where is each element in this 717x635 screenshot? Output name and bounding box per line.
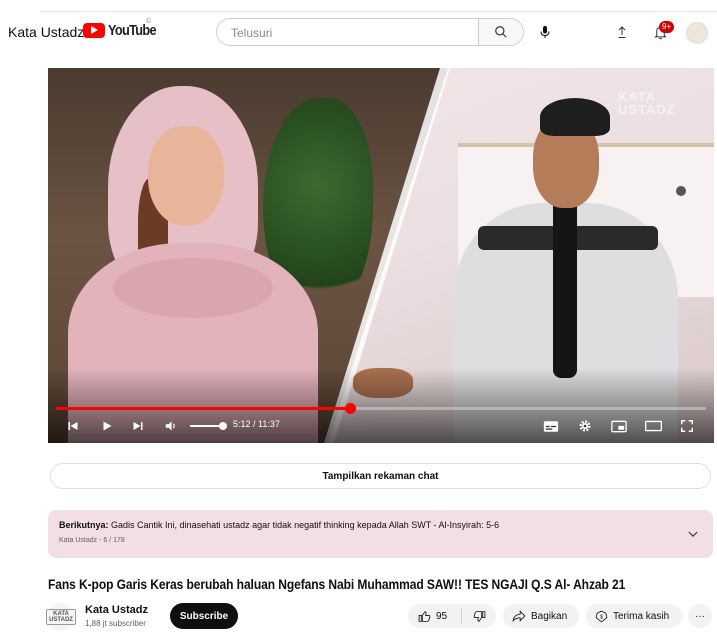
play-icon <box>103 421 112 431</box>
youtube-play-icon <box>83 23 105 38</box>
search-input[interactable] <box>229 25 463 41</box>
share-icon <box>512 610 526 622</box>
next-button[interactable] <box>127 416 149 436</box>
subscribe-button[interactable]: Subscribe <box>170 603 238 629</box>
settings-button[interactable] <box>574 416 596 436</box>
subtitles-icon <box>543 420 559 432</box>
header-channel-label: Kata Ustadz <box>8 24 85 40</box>
video-person2-cap <box>540 98 610 136</box>
microphone-icon <box>540 26 550 38</box>
theater-mode-button[interactable] <box>642 416 664 436</box>
account-avatar[interactable] <box>686 22 708 44</box>
youtube-logo[interactable]: YouTube © <box>83 18 164 39</box>
like-dislike-group: 95 <box>408 604 496 628</box>
subscriber-count: 1,88 jt subscriber <box>85 619 146 628</box>
like-button[interactable]: 95 <box>408 608 462 624</box>
expand-playlist-button[interactable] <box>686 527 700 541</box>
fullscreen-icon <box>681 420 693 432</box>
voice-search-button[interactable] <box>533 20 557 44</box>
up-next-playlist-info: Kata Ustadz - 6 / 178 <box>59 537 125 544</box>
channel-name[interactable]: Kata Ustadz <box>85 604 148 616</box>
search-icon <box>495 26 507 38</box>
search-box[interactable] <box>216 18 478 46</box>
video-person-face <box>148 126 224 226</box>
subtitles-button[interactable] <box>540 416 562 436</box>
top-divider <box>40 11 717 12</box>
progress-bar[interactable] <box>56 403 706 414</box>
progress-played <box>56 407 350 410</box>
previous-button[interactable] <box>62 416 84 436</box>
channel-avatar-line-2: USTADZ <box>49 617 73 623</box>
miniplayer-button[interactable] <box>608 416 630 436</box>
up-next-line: Berikutnya: Gadis Cantik Ini, dinasehati… <box>59 520 499 530</box>
video-title: Fans K-pop Garis Keras berubah haluan Ng… <box>48 576 626 592</box>
more-actions-button[interactable]: ··· <box>688 604 712 628</box>
channel-avatar[interactable]: KATA USTADZ <box>46 603 76 631</box>
chevron-down-icon <box>688 531 698 537</box>
create-button[interactable] <box>610 20 634 44</box>
thanks-button[interactable]: $ Terima kasih <box>586 604 682 628</box>
volume-handle[interactable] <box>219 422 227 430</box>
video-person2-scarf <box>553 198 577 378</box>
share-label: Bagikan <box>531 610 568 622</box>
volume-icon <box>165 421 175 431</box>
mute-button[interactable] <box>160 416 182 436</box>
theater-icon <box>644 420 662 432</box>
video-cabinet-knob <box>676 186 686 196</box>
show-chat-replay-button[interactable]: Tampilkan rekaman chat <box>50 463 711 489</box>
notification-badge: 9+ <box>659 21 675 33</box>
thanks-label: Terima kasih <box>613 610 670 622</box>
skip-next-icon <box>133 422 143 430</box>
gear-icon <box>579 420 591 432</box>
thumbs-up-icon <box>418 610 431 622</box>
skip-previous-icon <box>68 422 78 430</box>
like-count: 95 <box>436 610 448 622</box>
channel-watermark: KATA USTADZ <box>618 90 676 116</box>
thumbs-down-icon <box>473 610 485 622</box>
fullscreen-button[interactable] <box>676 416 698 436</box>
progress-scrubber[interactable] <box>345 403 356 414</box>
watermark-line-2: USTADZ <box>618 102 676 117</box>
channel-avatar-logo: KATA USTADZ <box>46 609 76 625</box>
dislike-button[interactable] <box>462 610 496 623</box>
play-button[interactable] <box>96 416 118 436</box>
upload-icon <box>618 26 626 38</box>
svg-text:$: $ <box>600 614 603 620</box>
super-thanks-icon: $ <box>595 610 608 622</box>
up-next-title[interactable]: Gadis Cantik Ini, dinasehati ustadz agar… <box>111 520 499 530</box>
search-button[interactable] <box>478 18 524 46</box>
time-display: 5:12 / 11:37 <box>233 419 280 429</box>
miniplayer-icon <box>611 420 627 432</box>
up-next-panel[interactable]: Berikutnya: Gadis Cantik Ini, dinasehati… <box>48 510 713 558</box>
share-button[interactable]: Bagikan <box>503 604 579 628</box>
video-player[interactable]: KATA USTADZ 5:12 / 11:37 <box>48 68 714 443</box>
up-next-prefix: Berikutnya: <box>59 520 109 530</box>
video-person-collar <box>113 258 273 318</box>
logo-mark: © <box>146 18 152 25</box>
